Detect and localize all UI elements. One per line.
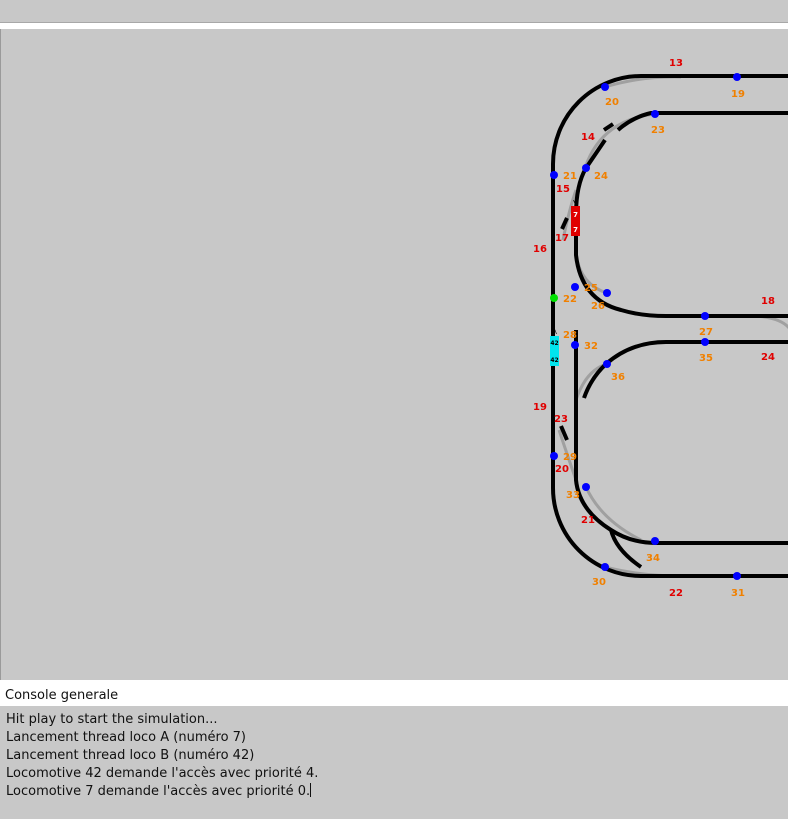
section-label-17: 17 bbox=[555, 233, 569, 244]
text-caret bbox=[310, 783, 312, 797]
node-23 bbox=[651, 110, 659, 118]
node-19 bbox=[733, 73, 741, 81]
node-label-28: 28 bbox=[563, 330, 577, 341]
section-label-24: 24 bbox=[761, 352, 775, 363]
loco-a-number-2: 7 bbox=[573, 226, 578, 234]
node-label-30: 30 bbox=[592, 577, 606, 588]
node-label-35: 35 bbox=[699, 353, 713, 364]
section-label-23: 23 bbox=[554, 414, 568, 425]
loco-b-number-2: 42 bbox=[550, 357, 558, 364]
node-24 bbox=[582, 164, 590, 172]
loco-a-number-1: 7 bbox=[573, 211, 578, 219]
console-line: Lancement thread loco A (numéro 7) bbox=[6, 730, 246, 745]
section-label-22: 22 bbox=[669, 588, 683, 599]
inner-top-track bbox=[616, 111, 788, 132]
node-label-31: 31 bbox=[731, 588, 745, 599]
console-line-last: Locomotive 7 demande l'accès avec priori… bbox=[6, 783, 788, 801]
node-label-36: 36 bbox=[611, 372, 625, 383]
node-label-29: 29 bbox=[563, 452, 577, 463]
node-label-24: 24 bbox=[594, 171, 608, 182]
section-label-16: 16 bbox=[533, 244, 547, 255]
section-label-13: 13 bbox=[669, 58, 683, 69]
switch-branches bbox=[557, 75, 788, 578]
node-26 bbox=[603, 289, 611, 297]
console-title: Console generale bbox=[0, 680, 788, 706]
node-32 bbox=[571, 341, 579, 349]
section-label-15: 15 bbox=[556, 184, 570, 195]
node-30 bbox=[601, 563, 609, 571]
node-35 bbox=[701, 338, 709, 346]
outer-track bbox=[551, 74, 788, 578]
node-label-20: 20 bbox=[605, 97, 619, 108]
node-25 bbox=[571, 283, 579, 291]
node-label-26: 26 bbox=[591, 301, 605, 312]
track-layout: 7 7 V 42 42 Λ 13 14 15 16 17 18 19 20 21… bbox=[533, 58, 788, 599]
node-label-27: 27 bbox=[699, 327, 713, 338]
node-21 bbox=[550, 171, 558, 179]
tracks bbox=[551, 74, 788, 578]
console-line-text: Locomotive 7 demande l'accès avec priori… bbox=[6, 784, 311, 799]
switch-branch bbox=[583, 112, 656, 169]
node-31 bbox=[733, 572, 741, 580]
console-output[interactable]: Hit play to start the simulation... Lanc… bbox=[0, 706, 788, 819]
section-labels: 13 14 15 16 17 18 19 20 21 22 23 24 bbox=[533, 58, 775, 599]
node-label-33: 33 bbox=[566, 490, 580, 501]
track-layout-canvas[interactable]: 7 7 V 42 42 Λ 13 14 15 16 17 18 19 20 21… bbox=[0, 29, 788, 680]
loco-a-arrow: V bbox=[573, 199, 578, 207]
section-label-14: 14 bbox=[581, 132, 595, 143]
section-label-19: 19 bbox=[533, 402, 547, 413]
node-20 bbox=[601, 83, 609, 91]
node-label-25: 25 bbox=[584, 283, 598, 294]
node-29 bbox=[550, 452, 558, 460]
console-line: Hit play to start the simulation... bbox=[6, 712, 218, 727]
node-label-32: 32 bbox=[584, 341, 598, 352]
section-label-18: 18 bbox=[761, 296, 775, 307]
node-34 bbox=[651, 537, 659, 545]
node-label-34: 34 bbox=[646, 553, 660, 564]
console-line: Locomotive 42 demande l'accès avec prior… bbox=[6, 766, 319, 781]
loco-b-number-1: 42 bbox=[550, 340, 558, 347]
console-line: Lancement thread loco B (numéro 42) bbox=[6, 748, 255, 763]
loco-b-arrow: Λ bbox=[552, 328, 557, 336]
node-36 bbox=[603, 360, 611, 368]
node-label-23: 23 bbox=[651, 125, 665, 136]
inner-lower-entry bbox=[582, 340, 788, 399]
locomotive-a[interactable]: 7 7 V bbox=[571, 199, 580, 236]
section-label-20: 20 bbox=[555, 464, 569, 475]
node-27 bbox=[701, 312, 709, 320]
node-22 bbox=[550, 294, 558, 302]
node-label-19: 19 bbox=[731, 89, 745, 100]
node-33 bbox=[582, 483, 590, 491]
node-label-22: 22 bbox=[563, 294, 577, 305]
locomotive-b[interactable]: 42 42 Λ bbox=[550, 328, 559, 366]
node-label-21: 21 bbox=[563, 171, 577, 182]
section-label-21: 21 bbox=[581, 515, 595, 526]
toolbar bbox=[0, 0, 788, 23]
